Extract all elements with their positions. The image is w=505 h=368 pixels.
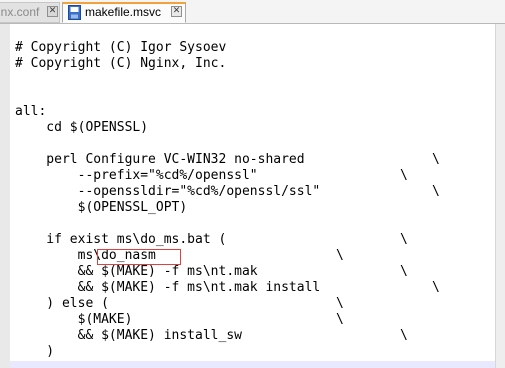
- close-icon[interactable]: ✕: [47, 6, 58, 17]
- code-line: # Copyright (C) Igor Sysoev: [15, 40, 227, 55]
- current-line-highlight: [10, 361, 495, 368]
- tab-bar: inx.conf ✕ makefile.msvc ✕: [0, 0, 505, 24]
- save-file-icon: [68, 5, 81, 20]
- tab-inx-conf[interactable]: inx.conf ✕: [0, 2, 60, 23]
- line-continuation: \: [336, 312, 344, 327]
- code-line: if exist ms\do_ms.bat (: [15, 232, 227, 247]
- line-continuation: \: [400, 168, 408, 183]
- code-line: --prefix="%cd%/openssl": [15, 168, 258, 183]
- line-continuation: \: [400, 264, 408, 279]
- code-line: $(OPENSSL_OPT): [15, 200, 188, 215]
- line-continuation: \: [432, 184, 440, 199]
- line-continuation: \: [432, 280, 440, 295]
- fold-margin: [0, 24, 10, 368]
- close-icon[interactable]: ✕: [171, 6, 182, 17]
- code-line: ) else (: [15, 296, 109, 311]
- line-continuation: \: [336, 248, 344, 263]
- tab-makefile-msvc[interactable]: makefile.msvc ✕: [62, 2, 186, 23]
- code-line: all:: [15, 104, 47, 119]
- line-continuation: \: [400, 232, 408, 247]
- vertical-scrollbar[interactable]: [495, 24, 505, 368]
- tab-label: makefile.msvc: [85, 5, 162, 19]
- code-line: --openssldir="%cd%/openssl/ssl": [15, 184, 321, 199]
- tab-label: inx.conf: [0, 5, 40, 19]
- code-line: && $(MAKE) -f ms\nt.mak: [15, 264, 258, 279]
- code-line: ): [15, 344, 55, 359]
- line-continuation: \: [400, 328, 408, 343]
- annotation-highlight-box: [97, 249, 181, 265]
- line-continuation: \: [336, 296, 344, 311]
- code-line: perl Configure VC-WIN32 no-shared: [15, 152, 305, 167]
- code-line: # Copyright (C) Nginx, Inc.: [15, 56, 227, 71]
- code-line: && $(MAKE) -f ms\nt.mak install: [15, 280, 321, 295]
- code-line: $(MAKE): [15, 312, 133, 327]
- line-continuation: \: [432, 152, 440, 167]
- code-line: cd $(OPENSSL): [15, 120, 149, 135]
- code-line: && $(MAKE) install_sw: [15, 328, 242, 343]
